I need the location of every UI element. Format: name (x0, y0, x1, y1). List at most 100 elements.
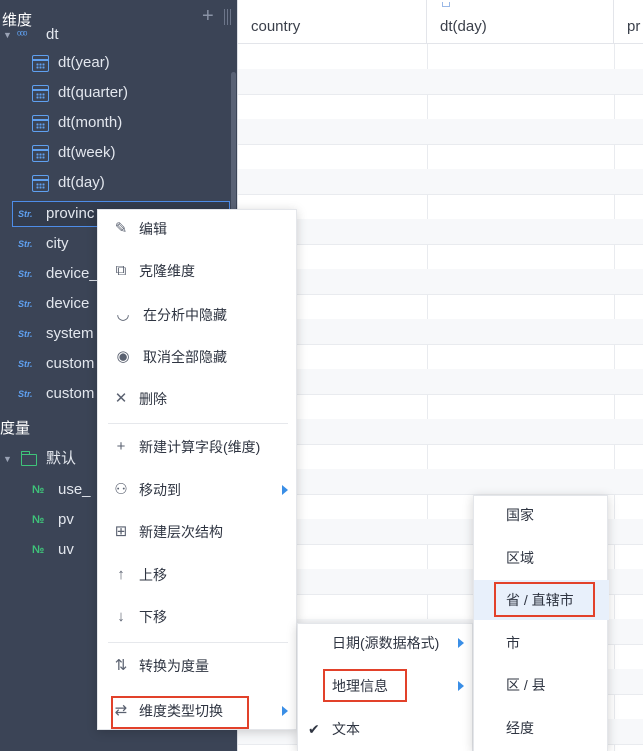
column-header[interactable]: dt(day) (427, 0, 614, 44)
checkmark-icon: ✔ (308, 721, 320, 737)
pencil-icon: ✎ (114, 220, 128, 237)
closed-eye-icon: ◡ (117, 306, 129, 323)
submenu-item-text[interactable]: ✔ 文本 (298, 710, 474, 748)
date-field-item[interactable]: dt(week) (30, 140, 230, 166)
menu-item-label: 经度 (506, 720, 534, 736)
highlight-box (111, 696, 249, 729)
string-type-icon: Str. (18, 329, 33, 339)
table-row (238, 419, 643, 444)
row-divider (238, 94, 643, 95)
menu-item-label: 市 (506, 635, 520, 651)
sidebar-scrollbar[interactable] (231, 72, 236, 222)
date-field-item[interactable]: dt(day) (30, 170, 230, 196)
geo-type-submenu: 国家 区域 省 / 直辖市 市 区 / 县 经度 (473, 495, 609, 751)
num-field-label: uv (58, 541, 74, 558)
submenu-arrow-icon (282, 485, 288, 495)
table-row (238, 219, 643, 244)
number-type-icon: № (32, 514, 45, 526)
str-field-label: system (46, 325, 94, 342)
menu-item-label: 编辑 (139, 221, 167, 237)
date-field-item[interactable]: dt(quarter) (30, 80, 230, 106)
menu-item-label: 在分析中隐藏 (143, 307, 227, 323)
geo-item-longitude[interactable]: 经度 (474, 709, 609, 747)
menu-item-label: 日期(源数据格式) (332, 635, 440, 651)
geo-item-district[interactable]: 区 / 县 (474, 666, 609, 704)
string-type-icon: Str. (18, 239, 33, 249)
table-row (238, 69, 643, 94)
str-field-label: device (46, 295, 90, 312)
calendar-icon (32, 175, 49, 192)
menu-item-label: 国家 (506, 507, 534, 523)
swap-vertical-icon: ⇅ (114, 657, 128, 674)
hierarchy-add-icon: ⊞ (114, 523, 128, 540)
table-row (238, 469, 643, 494)
date-field-label: dt(day) (58, 174, 105, 191)
field-context-menu: ✎ 编辑 ⧉ 克隆维度 ◡ 在分析中隐藏 ◉ 取消全部隐藏 ✕ 删除 + 新建计… (97, 209, 297, 730)
string-type-icon: Str. (18, 389, 33, 399)
menu-item-new-calc-field[interactable]: + 新建计算字段(维度) (98, 428, 298, 466)
str-field-label: device_ (46, 265, 98, 282)
collapse-triangle-icon[interactable]: ▼ (3, 446, 12, 472)
calendar-icon (32, 85, 49, 102)
table-row (238, 269, 643, 294)
date-field-label: dt(year) (58, 54, 110, 71)
menu-item-move-to[interactable]: ⚇ 移动到 (98, 471, 298, 509)
menu-item-label: 删除 (139, 391, 167, 407)
menu-item-label: 克隆维度 (139, 263, 195, 279)
highlight-box (494, 582, 595, 617)
row-divider (238, 194, 643, 195)
menu-separator (108, 423, 288, 424)
date-field-label: dt(week) (58, 144, 116, 161)
menu-item-label: 新建层次结构 (139, 524, 223, 540)
table-row (238, 119, 643, 144)
collapse-triangle-icon[interactable]: ▼ (3, 22, 12, 48)
column-header-label: pr (627, 18, 641, 35)
date-field-item[interactable]: dt(year) (30, 50, 230, 76)
menu-item-move-up[interactable]: ↑ 上移 (98, 556, 298, 594)
column-header[interactable]: pr (614, 0, 643, 44)
row-divider (238, 144, 643, 145)
hierarchy-item-dt[interactable]: ▼ ᵒᵒᵒ dt (0, 22, 230, 48)
menu-item-clone[interactable]: ⧉ 克隆维度 (98, 252, 298, 290)
num-field-label: use_ (58, 481, 91, 498)
submenu-arrow-icon (282, 706, 288, 716)
menu-item-label: 移动到 (139, 482, 181, 498)
calendar-icon (32, 55, 49, 72)
menu-item-label: 文本 (332, 721, 360, 737)
move-icon: ⚇ (114, 481, 128, 498)
table-row (238, 319, 643, 344)
geo-item-country[interactable]: 国家 (474, 496, 609, 534)
menu-item-edit[interactable]: ✎ 编辑 (98, 210, 298, 248)
hierarchy-icon: ᵒᵒᵒ (17, 29, 28, 41)
row-divider (238, 394, 643, 395)
number-type-icon: № (32, 544, 45, 556)
string-type-icon: Str. (18, 209, 33, 219)
column-header[interactable]: country (238, 0, 427, 44)
menu-item-convert-to-measure[interactable]: ⇅ 转换为度量 (98, 647, 298, 685)
menu-item-move-down[interactable]: ↓ 下移 (98, 598, 298, 636)
folder-label: 默认 (46, 450, 77, 467)
geo-item-city[interactable]: 市 (474, 624, 609, 662)
plus-icon: + (116, 438, 126, 455)
menu-item-new-hierarchy[interactable]: ⊞ 新建层次结构 (98, 513, 298, 551)
str-field-label: custom (46, 355, 95, 372)
string-type-icon: Str. (18, 299, 33, 309)
str-field-label: custom (46, 385, 95, 402)
string-type-icon: Str. (18, 359, 33, 369)
row-divider (238, 244, 643, 245)
menu-item-hide[interactable]: ◡ 在分析中隐藏 (98, 296, 298, 334)
num-field-label: pv (58, 511, 74, 528)
date-field-item[interactable]: dt(month) (30, 110, 230, 136)
dimension-type-submenu: 日期(源数据格式) 地理信息 ✔ 文本 (297, 623, 473, 751)
clone-icon: ⧉ (115, 262, 127, 279)
column-header-label: country (251, 18, 301, 35)
row-divider (238, 444, 643, 445)
date-field-label: dt(quarter) (58, 84, 129, 101)
menu-item-unhide-all[interactable]: ◉ 取消全部隐藏 (98, 338, 298, 376)
str-field-label: provinc (46, 205, 95, 222)
geo-item-region[interactable]: 区域 (474, 539, 609, 577)
submenu-arrow-icon (458, 681, 464, 691)
menu-item-delete[interactable]: ✕ 删除 (98, 380, 298, 418)
submenu-item-date[interactable]: 日期(源数据格式) (298, 624, 474, 662)
menu-item-label: 区域 (506, 550, 534, 566)
